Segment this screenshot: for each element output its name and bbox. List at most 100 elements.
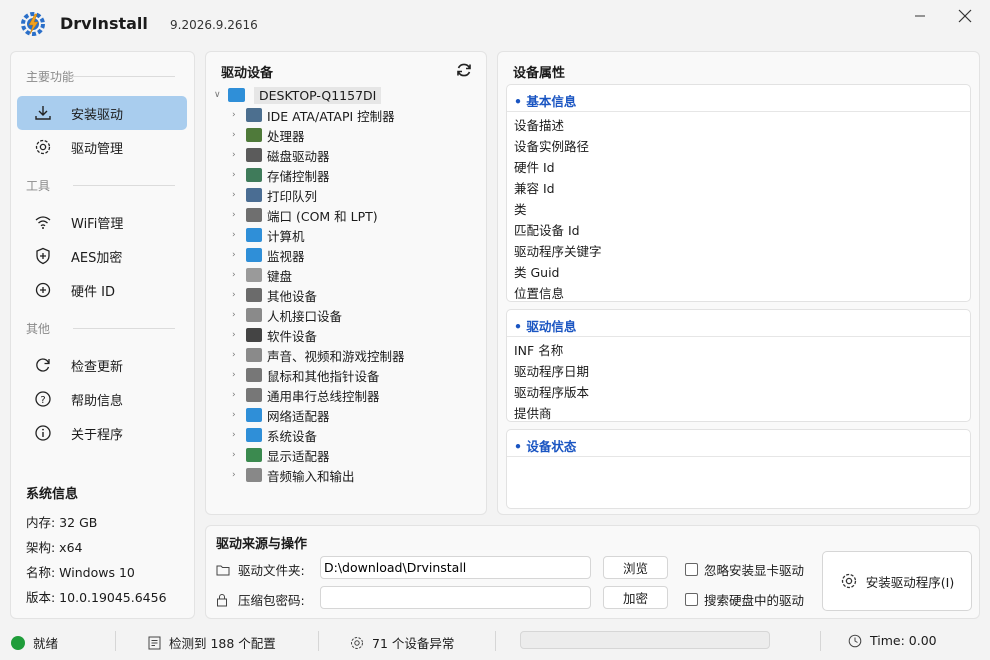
property-label: 设备实例路径 xyxy=(514,139,590,154)
nav-install-driver[interactable]: 安装驱动 xyxy=(17,96,187,130)
install-driver-label: 安装驱动程序(I) xyxy=(865,574,955,590)
device-category-label: 存储控制器 xyxy=(267,168,330,184)
group-divider xyxy=(507,456,970,457)
status-abnormal: 71 个设备异常 xyxy=(350,633,454,652)
chevron-right-icon[interactable]: › xyxy=(232,290,242,300)
device-category[interactable]: › 磁盘驱动器 xyxy=(232,145,330,165)
nav-check-update[interactable]: 检查更新 xyxy=(17,348,187,382)
device-category-label: 处理器 xyxy=(267,128,305,144)
encrypt-button[interactable]: 加密 xyxy=(603,586,668,609)
chevron-right-icon[interactable]: › xyxy=(232,450,242,460)
device-category[interactable]: › 其他设备 xyxy=(232,285,317,305)
tree-root[interactable]: ∨ DESKTOP-Q1157DI xyxy=(214,85,382,105)
chevron-right-icon[interactable]: › xyxy=(232,350,242,360)
section-divider xyxy=(73,185,175,186)
device-category[interactable]: › 声音、视频和游戏控制器 xyxy=(232,345,405,365)
device-category-label: 系统设备 xyxy=(267,428,318,444)
driver-info-group: • 驱动信息 INF 名称 驱动程序日期 驱动程序版本 提供商 xyxy=(506,309,971,422)
device-category-label: 软件设备 xyxy=(267,328,318,344)
device-category[interactable]: › 显示适配器 xyxy=(232,445,330,465)
device-category[interactable]: › 端口 (COM 和 LPT) xyxy=(232,205,378,225)
chevron-right-icon[interactable]: › xyxy=(232,430,242,440)
source-title: 驱动来源与操作 xyxy=(216,537,308,552)
chevron-right-icon[interactable]: › xyxy=(232,470,242,480)
device-category[interactable]: › 音频输入和输出 xyxy=(232,465,355,485)
chevron-right-icon[interactable]: › xyxy=(232,110,242,120)
hardware-id-icon xyxy=(33,280,53,300)
chevron-right-icon[interactable]: › xyxy=(232,410,242,420)
chevron-right-icon[interactable]: › xyxy=(232,390,242,400)
chevron-right-icon[interactable]: › xyxy=(232,130,242,140)
install-driver-button[interactable]: 安装驱动程序(I) xyxy=(822,551,972,611)
minimize-button[interactable] xyxy=(905,4,935,28)
nav-hardware-id[interactable]: 硬件 ID xyxy=(17,273,187,307)
source-operations-panel: 驱动来源与操作 驱动文件夹: 浏览 忽略安装显卡驱动 压缩包密码: 加密 搜索硬… xyxy=(205,525,980,619)
nav-aes-encryption[interactable]: AES加密 xyxy=(17,239,187,273)
chevron-down-icon[interactable]: ∨ xyxy=(214,90,224,100)
skip-gpu-checkbox[interactable]: 忽略安装显卡驱动 xyxy=(685,560,804,579)
nav-help[interactable]: ? 帮助信息 xyxy=(17,382,187,416)
nav-about[interactable]: 关于程序 xyxy=(17,416,187,450)
device-category-label: 打印队列 xyxy=(267,188,318,204)
close-icon xyxy=(958,9,972,23)
chevron-right-icon[interactable]: › xyxy=(232,230,242,240)
checkbox-box[interactable] xyxy=(685,563,698,576)
wifi-icon xyxy=(33,212,53,232)
device-category-icon xyxy=(246,368,262,382)
title-bar: DrvInstall 9.2026.9.2616 xyxy=(0,0,990,50)
section-divider xyxy=(73,76,175,77)
device-category[interactable]: › 监视器 xyxy=(232,245,305,265)
device-category-label: 监视器 xyxy=(267,248,305,264)
section-other-header: 其他 xyxy=(26,322,51,336)
nav-wifi-management[interactable]: WiFi管理 xyxy=(17,205,187,239)
status-configs-text: 检测到 188 个配置 xyxy=(169,636,276,651)
chevron-right-icon[interactable]: › xyxy=(232,190,242,200)
device-category[interactable]: › IDE ATA/ATAPI 控制器 xyxy=(232,105,395,125)
archive-password-input[interactable] xyxy=(320,586,591,609)
device-category[interactable]: › 鼠标和其他指针设备 xyxy=(232,365,380,385)
chevron-right-icon[interactable]: › xyxy=(232,270,242,280)
device-category[interactable]: › 计算机 xyxy=(232,225,305,245)
browse-button[interactable]: 浏览 xyxy=(603,556,668,579)
device-category[interactable]: › 系统设备 xyxy=(232,425,317,445)
driver-folder-input[interactable] xyxy=(320,556,591,579)
nav-label: 硬件 ID xyxy=(71,284,115,300)
status-bar: 就绪 检测到 188 个配置 71 个设备异常 Time: 0.00 xyxy=(0,624,990,660)
nav-driver-management[interactable]: 驱动管理 xyxy=(17,130,187,164)
device-category[interactable]: › 处理器 xyxy=(232,125,305,145)
password-label-text: 压缩包密码: xyxy=(238,593,305,608)
property-label: 匹配设备 Id xyxy=(514,223,580,238)
nav-label: 安装驱动 xyxy=(71,107,124,123)
refresh-devices-button[interactable] xyxy=(454,60,474,80)
device-category-icon xyxy=(246,268,262,282)
minimize-icon xyxy=(915,15,925,17)
property-label: 驱动程序版本 xyxy=(514,385,590,400)
device-category[interactable]: › 网络适配器 xyxy=(232,405,330,425)
chevron-right-icon[interactable]: › xyxy=(232,330,242,340)
device-category[interactable]: › 打印队列 xyxy=(232,185,317,205)
chevron-right-icon[interactable]: › xyxy=(232,210,242,220)
device-category[interactable]: › 软件设备 xyxy=(232,325,317,345)
computer-icon xyxy=(228,88,245,102)
device-category-icon xyxy=(246,288,262,302)
device-category[interactable]: › 人机接口设备 xyxy=(232,305,342,325)
close-button[interactable] xyxy=(950,4,980,28)
chevron-right-icon[interactable]: › xyxy=(232,370,242,380)
chevron-right-icon[interactable]: › xyxy=(232,150,242,160)
device-category-icon xyxy=(246,328,262,342)
nav-label: 帮助信息 xyxy=(71,393,124,409)
chevron-right-icon[interactable]: › xyxy=(232,310,242,320)
sysinfo-arch: 架构: x64 xyxy=(26,540,83,555)
device-category[interactable]: › 存储控制器 xyxy=(232,165,330,185)
chevron-right-icon[interactable]: › xyxy=(232,250,242,260)
device-panel: 驱动设备 ∨ DESKTOP-Q1157DI › IDE ATA/ATAPI 控制… xyxy=(205,51,487,515)
sysinfo-name: 名称: Windows 10 xyxy=(26,565,135,580)
device-category[interactable]: › 通用串行总线控制器 xyxy=(232,385,380,405)
device-category[interactable]: › 键盘 xyxy=(232,265,292,285)
chevron-right-icon[interactable]: › xyxy=(232,170,242,180)
device-category-icon xyxy=(246,408,262,422)
checkbox-box[interactable] xyxy=(685,593,698,606)
sysinfo-version: 版本: 10.0.19045.6456 xyxy=(26,590,167,605)
search-disk-checkbox[interactable]: 搜索硬盘中的驱动 xyxy=(685,590,804,609)
svg-text:?: ? xyxy=(40,395,45,406)
